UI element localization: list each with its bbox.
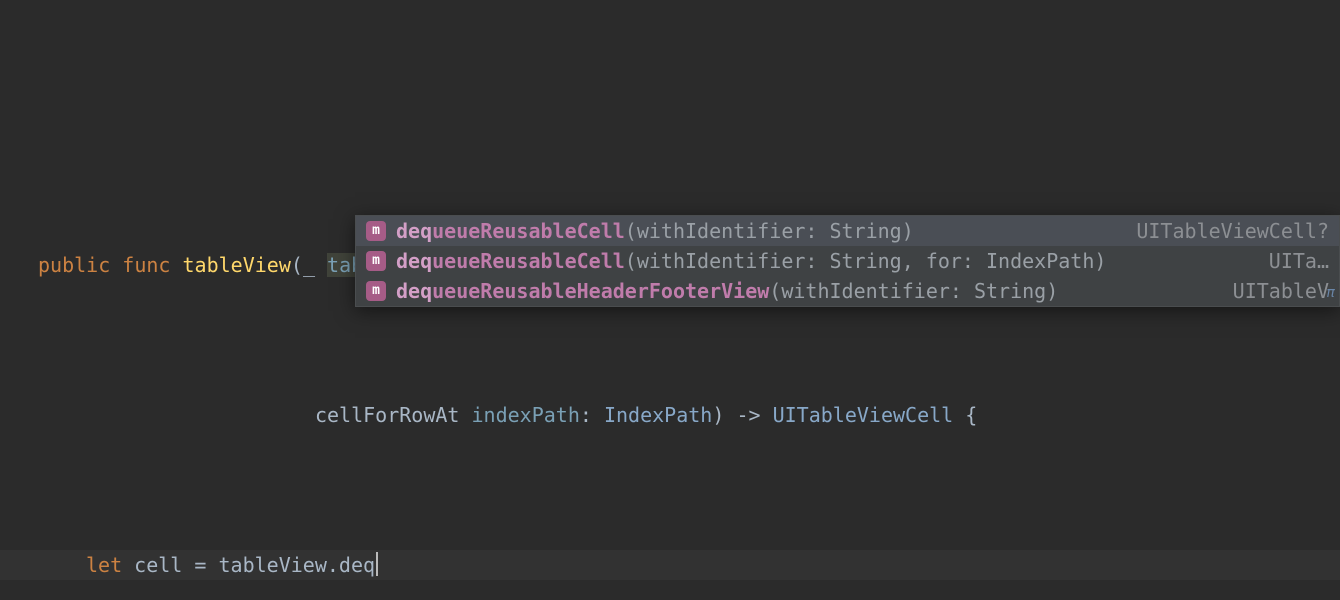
autocomplete-signature: dequeueReusableCell(withIdentifier: Stri… <box>396 216 1126 246</box>
keyword-let: let <box>86 553 122 577</box>
autocomplete-item[interactable]: m dequeueReusableCell(withIdentifier: St… <box>356 216 1339 246</box>
type-return: UITableViewCell <box>773 403 954 427</box>
typed-text: deq <box>339 553 375 577</box>
autocomplete-return-type: UITableV <box>1233 276 1329 306</box>
autocomplete-item[interactable]: m dequeueReusableCell(withIdentifier: St… <box>356 246 1339 276</box>
function-name: tableView <box>183 253 291 277</box>
param-label-cellforrowat: cellForRowAt <box>315 403 460 427</box>
brace-open: { <box>965 403 977 427</box>
type-indexpath: IndexPath <box>604 403 712 427</box>
pi-icon: π <box>1327 278 1335 308</box>
autocomplete-item[interactable]: m dequeueReusableHeaderFooterView(withId… <box>356 276 1339 306</box>
colon: : <box>580 403 592 427</box>
arrow: -> <box>736 403 760 427</box>
method-badge-icon: m <box>366 251 386 271</box>
autocomplete-popup[interactable]: m dequeueReusableCell(withIdentifier: St… <box>355 215 1340 307</box>
dot: . <box>327 553 339 577</box>
keyword-public: public <box>38 253 110 277</box>
autocomplete-return-type: UITableViewCell? <box>1136 216 1329 246</box>
autocomplete-signature: dequeueReusableCell(withIdentifier: Stri… <box>396 246 1259 276</box>
keyword-func: func <box>122 253 170 277</box>
code-line[interactable]: cellForRowAt indexPath: IndexPath) -> UI… <box>38 400 1340 430</box>
code-line-current[interactable]: let cell = tableView.deq <box>0 550 1340 580</box>
autocomplete-signature: dequeueReusableHeaderFooterView(withIden… <box>396 276 1223 306</box>
autocomplete-return-type: UITa… <box>1269 246 1329 276</box>
method-badge-icon: m <box>366 221 386 241</box>
method-badge-icon: m <box>366 281 386 301</box>
identifier-tableview: tableView <box>218 553 326 577</box>
paren-close: ) <box>712 403 724 427</box>
param-name-indexpath: indexPath <box>472 403 580 427</box>
equals: = <box>194 553 206 577</box>
param-underscore: _ <box>303 253 315 277</box>
identifier-cell: cell <box>134 553 182 577</box>
text-caret <box>376 552 378 576</box>
paren-open: ( <box>291 253 303 277</box>
